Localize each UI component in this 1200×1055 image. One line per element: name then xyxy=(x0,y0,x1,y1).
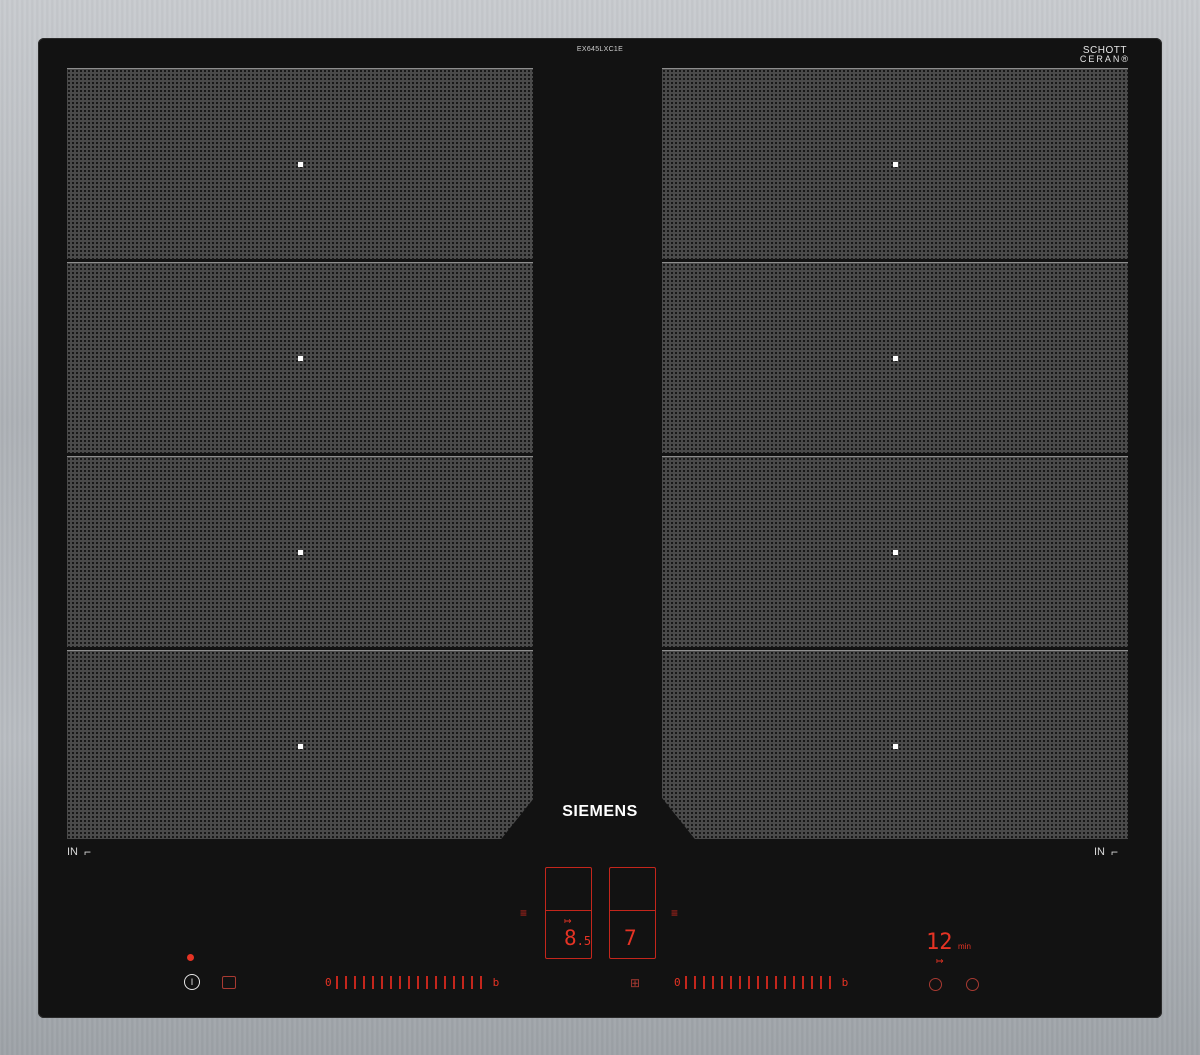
zone-center-marker xyxy=(298,162,303,167)
cooking-zone-right-2[interactable] xyxy=(662,262,1128,453)
zone-center-marker xyxy=(298,356,303,361)
power-level-main: 8 xyxy=(564,926,577,950)
slider-tick[interactable] xyxy=(711,976,714,989)
slider-tick[interactable] xyxy=(729,976,732,989)
slider-tick[interactable] xyxy=(801,976,804,989)
child-lock-icon[interactable] xyxy=(222,976,236,989)
power-icon[interactable]: I xyxy=(184,974,200,990)
zone-center-marker xyxy=(298,744,303,749)
slider-tick[interactable] xyxy=(371,976,374,989)
slider-min-label: 0 xyxy=(674,976,681,989)
schott-logo-line2: CERAN® xyxy=(1079,54,1130,64)
induction-text: IN xyxy=(1094,846,1105,858)
slider-tick[interactable] xyxy=(335,976,338,989)
zone-center-marker xyxy=(893,162,898,167)
slider-tick[interactable] xyxy=(738,976,741,989)
induction-label-left: IN ⌐ xyxy=(67,845,91,859)
slider-tick[interactable] xyxy=(720,976,723,989)
stainless-steel-frame: EX645LXC1E SCHOTT CERAN® SIEMENS IN ⌐ IN… xyxy=(0,0,1200,1055)
slider-tick[interactable] xyxy=(702,976,705,989)
flexzone-bridge-icon[interactable]: ≡ xyxy=(671,906,678,920)
slider-min-label: 0 xyxy=(325,976,332,989)
slider-tick[interactable] xyxy=(693,976,696,989)
slider-tick[interactable] xyxy=(810,976,813,989)
slider-tick[interactable] xyxy=(353,976,356,989)
power-level-decimal: .5 xyxy=(576,934,592,948)
slider-tick[interactable] xyxy=(470,976,473,989)
slider-tick[interactable] xyxy=(389,976,392,989)
slider-tick[interactable] xyxy=(792,976,795,989)
flexzone-bridge-icon[interactable]: ≡ xyxy=(520,906,527,920)
slider-tick[interactable] xyxy=(362,976,365,989)
slider-tick[interactable] xyxy=(765,976,768,989)
slider-tick[interactable] xyxy=(344,976,347,989)
slider-max-label: b xyxy=(841,976,849,989)
slider-tick[interactable] xyxy=(819,976,822,989)
cooking-zone-right-3[interactable] xyxy=(662,456,1128,647)
slider-tick[interactable] xyxy=(425,976,428,989)
cooking-zone-left-3[interactable] xyxy=(67,456,533,647)
slider-tick[interactable] xyxy=(398,976,401,989)
power-slider-left[interactable]: 0 b xyxy=(321,976,503,989)
power-level-display-left: 8.5 xyxy=(564,926,591,950)
timer-arrow-icon: ↦ xyxy=(936,956,944,966)
cooking-zone-left-2[interactable] xyxy=(67,262,533,453)
slider-tick[interactable] xyxy=(479,976,482,989)
zone-center-marker xyxy=(893,356,898,361)
pot-icon: ⌐ xyxy=(1111,845,1119,859)
left-flex-zone xyxy=(67,68,535,842)
slider-tick[interactable] xyxy=(747,976,750,989)
cooking-zone-right-1[interactable] xyxy=(662,68,1128,259)
slider-tick[interactable] xyxy=(380,976,383,989)
glass-ceramic-surface: EX645LXC1E SCHOTT CERAN® SIEMENS IN ⌐ IN… xyxy=(38,38,1162,1018)
brand-logo: SIEMENS xyxy=(562,803,638,820)
model-number: EX645LXC1E xyxy=(576,46,624,53)
induction-label-right: IN ⌐ xyxy=(1094,845,1118,859)
slider-tick[interactable] xyxy=(783,976,786,989)
slider-ticks[interactable] xyxy=(684,976,838,989)
power-slider-right[interactable]: 0 b xyxy=(670,976,852,989)
wipe-protection-icon[interactable]: ⊞ xyxy=(630,976,640,990)
cooking-zone-left-1[interactable] xyxy=(67,68,533,259)
slider-ticks[interactable] xyxy=(335,976,489,989)
slider-tick[interactable] xyxy=(756,976,759,989)
induction-text: IN xyxy=(67,846,78,858)
slider-tick[interactable] xyxy=(774,976,777,989)
schott-ceran-logo: SCHOTT CERAN® xyxy=(1080,46,1130,64)
display-divider xyxy=(610,910,655,911)
slider-tick[interactable] xyxy=(416,976,419,989)
display-divider xyxy=(546,910,591,911)
slider-tick[interactable] xyxy=(443,976,446,989)
slider-tick[interactable] xyxy=(461,976,464,989)
slider-tick[interactable] xyxy=(452,976,455,989)
zone-center-marker xyxy=(298,550,303,555)
slider-tick[interactable] xyxy=(684,976,687,989)
power-level-display-right: 7 xyxy=(624,926,637,950)
zone-center-marker xyxy=(893,550,898,555)
slider-max-label: b xyxy=(492,976,500,989)
clock-icon[interactable] xyxy=(929,978,942,991)
stopwatch-icon[interactable] xyxy=(966,978,979,991)
slider-tick[interactable] xyxy=(407,976,410,989)
pot-icon: ⌐ xyxy=(84,845,92,859)
right-flex-zone xyxy=(662,68,1130,842)
zone-center-marker xyxy=(893,744,898,749)
power-indicator-dot xyxy=(187,954,194,961)
slider-tick[interactable] xyxy=(434,976,437,989)
timer-unit: min xyxy=(958,942,971,951)
timer-display: 12 xyxy=(926,930,953,955)
slider-tick[interactable] xyxy=(828,976,831,989)
